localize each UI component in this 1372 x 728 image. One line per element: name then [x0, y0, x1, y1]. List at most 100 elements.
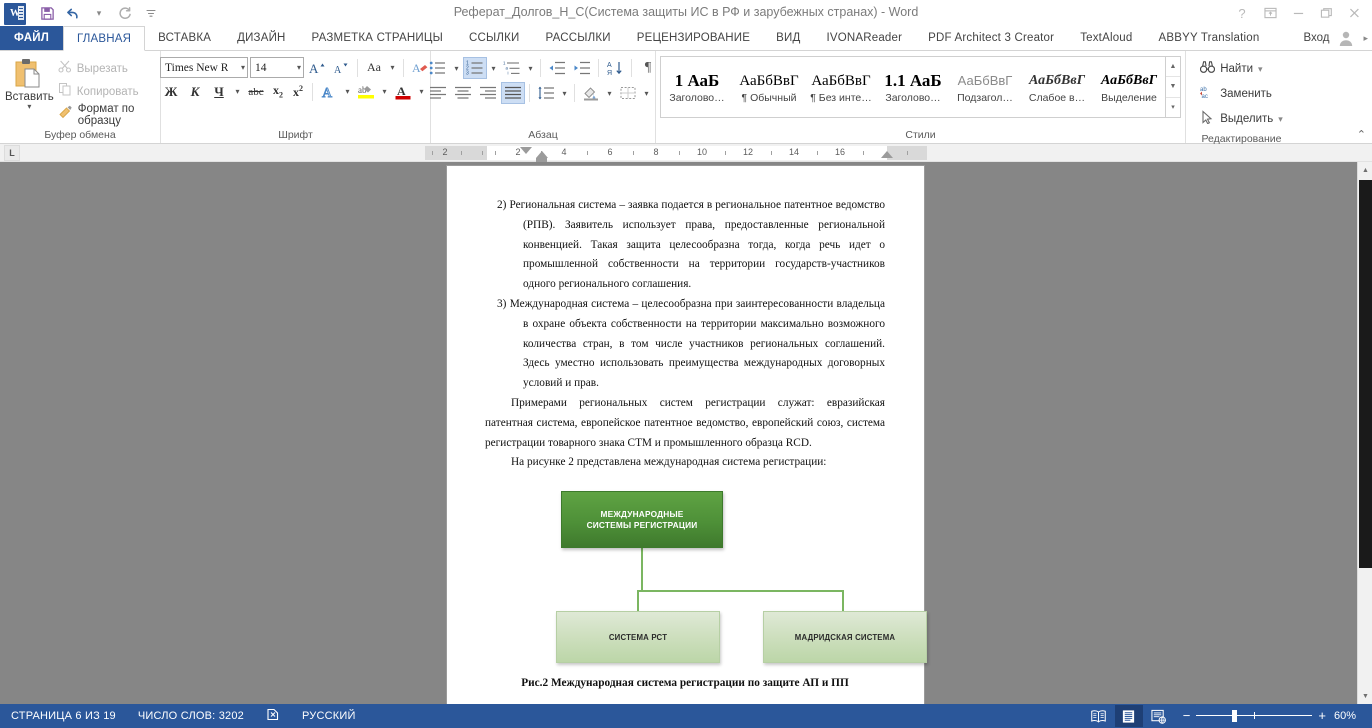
styles-scroll-down-icon[interactable]: ▼ [1166, 76, 1180, 96]
right-indent-marker[interactable] [881, 151, 893, 158]
style-no-spacing[interactable]: АаБбВвГ ¶ Без инте… [805, 57, 877, 117]
format-painter-button[interactable]: Формат по образцу [58, 103, 155, 127]
view-web-layout-button[interactable] [1145, 705, 1173, 727]
styles-more-icon[interactable]: ▾ [1166, 96, 1180, 117]
select-button[interactable]: Выделить ▾ [1200, 107, 1283, 131]
bold-button[interactable]: Ж [160, 81, 182, 102]
tab-home[interactable]: ГЛАВНАЯ [62, 26, 146, 51]
document-page[interactable]: 2) Региональная система – заявка подаетс… [447, 166, 927, 704]
align-left-button[interactable] [426, 82, 450, 104]
highlight-button[interactable]: ab [355, 81, 377, 102]
scroll-up-icon[interactable]: ▲ [1358, 162, 1372, 178]
numbering-dropdown-icon[interactable]: ▾ [488, 58, 499, 79]
tab-references[interactable]: ССЫЛКИ [456, 26, 533, 50]
diagram-node-pct[interactable]: СИСТЕМА РСТ [556, 611, 720, 664]
shading-button[interactable] [579, 82, 603, 104]
status-page-number[interactable]: СТРАНИЦА 6 ИЗ 19 [0, 710, 127, 722]
grow-font-button[interactable]: A [306, 57, 328, 78]
tab-pdf-architect[interactable]: PDF Architect 3 Creator [915, 26, 1067, 50]
styles-scroll-up-icon[interactable]: ▲ [1166, 57, 1180, 76]
scrollbar-thumb[interactable] [1359, 180, 1372, 568]
help-icon[interactable]: ? [1228, 1, 1256, 25]
underline-button[interactable]: Ч [208, 81, 230, 102]
font-name-combobox[interactable]: Times New R ▾ [160, 57, 248, 78]
ribbon-display-options-icon[interactable] [1256, 1, 1284, 25]
replace-button[interactable]: ab ac Заменить [1200, 82, 1283, 106]
tab-page-layout[interactable]: РАЗМЕТКА СТРАНИЦЫ [299, 26, 456, 50]
tab-abbyy-translation[interactable]: ABBYY Translation [1146, 26, 1273, 50]
zoom-slider[interactable] [1196, 710, 1313, 722]
zoom-control[interactable]: − + 60% [1175, 709, 1364, 722]
redo-icon[interactable] [112, 2, 138, 24]
text-effects-dropdown-icon[interactable]: ▾ [342, 81, 353, 102]
hanging-indent-marker[interactable] [536, 151, 548, 158]
multilevel-list-button[interactable]: 1ai [500, 57, 524, 79]
style-emphasis[interactable]: АаБбВвГ Выделение [1093, 57, 1165, 117]
line-spacing-dropdown-icon[interactable]: ▾ [559, 83, 570, 104]
subscript-button[interactable]: x2 [269, 81, 287, 102]
text-effects-button[interactable]: A [318, 81, 340, 102]
registration-systems-diagram[interactable]: МЕЖДУНАРОДНЫЕ СИСТЕМЫ РЕГИСТРАЦИИ СИСТЕМ… [485, 487, 927, 669]
diagram-node-madrid[interactable]: МАДРИДСКАЯ СИСТЕМА [763, 611, 927, 664]
undo-icon[interactable] [60, 2, 86, 24]
minimize-icon[interactable] [1284, 1, 1312, 25]
style-subtle-emphasis[interactable]: АаБбВвГ Слабое в… [1021, 57, 1093, 117]
vertical-scrollbar[interactable]: ▲ ▼ [1357, 162, 1372, 704]
bullets-dropdown-icon[interactable]: ▾ [451, 58, 462, 79]
style-subtitle[interactable]: АаБбВвГ Подзагол… [949, 57, 1021, 117]
account-chevron-icon[interactable]: ▸ [1363, 33, 1368, 44]
tab-view[interactable]: ВИД [763, 26, 813, 50]
find-dropdown-icon[interactable]: ▾ [1258, 64, 1263, 75]
status-word-count[interactable]: ЧИСЛО СЛОВ: 3202 [127, 710, 255, 722]
highlight-dropdown-icon[interactable]: ▾ [379, 81, 390, 102]
style-heading1[interactable]: 1 АаБ Заголово… [661, 57, 733, 117]
find-button[interactable]: Найти ▾ [1200, 57, 1283, 81]
tab-ivonareader[interactable]: IVONAReader [813, 26, 915, 50]
close-icon[interactable] [1340, 1, 1368, 25]
increase-indent-button[interactable] [570, 57, 594, 79]
multilevel-dropdown-icon[interactable]: ▾ [525, 58, 536, 79]
scroll-down-icon[interactable]: ▼ [1358, 688, 1372, 704]
line-spacing-button[interactable] [534, 82, 558, 104]
first-line-indent-marker[interactable] [520, 147, 532, 154]
sort-button[interactable]: АЯ [603, 57, 627, 79]
paste-button[interactable]: Вставить ▾ [5, 54, 54, 111]
tab-stop-selector[interactable]: L [4, 145, 20, 161]
zoom-slider-handle[interactable] [1232, 710, 1238, 722]
superscript-button[interactable]: x2 [289, 81, 307, 102]
numbering-button[interactable]: 123 [463, 57, 487, 79]
tab-textaloud[interactable]: TextAloud [1067, 26, 1145, 50]
strikethrough-button[interactable]: abc [245, 81, 267, 102]
view-read-mode-button[interactable] [1085, 705, 1113, 727]
copy-button[interactable]: Копировать [58, 81, 155, 102]
account-avatar-icon[interactable] [1335, 27, 1357, 49]
style-normal[interactable]: АаБбВвГ ¶ Обычный [733, 57, 805, 117]
collapse-ribbon-button[interactable]: ⌃ [1357, 128, 1366, 141]
align-center-button[interactable] [451, 82, 475, 104]
view-print-layout-button[interactable] [1114, 705, 1143, 727]
save-icon[interactable] [34, 2, 60, 24]
style-heading2[interactable]: 1.1 АаБ Заголово… [877, 57, 949, 117]
document-canvas[interactable]: 2) Региональная система – заявка подаетс… [0, 162, 1372, 704]
diagram-node-root[interactable]: МЕЖДУНАРОДНЫЕ СИСТЕМЫ РЕГИСТРАЦИИ [561, 491, 723, 549]
tab-review[interactable]: РЕЦЕНЗИРОВАНИЕ [624, 26, 763, 50]
tab-insert[interactable]: ВСТАВКА [145, 26, 224, 50]
document-text-body[interactable]: 2) Региональная система – заявка подаетс… [485, 196, 927, 689]
zoom-out-button[interactable]: − [1183, 709, 1191, 722]
font-color-button[interactable]: A [392, 81, 414, 102]
align-right-button[interactable] [476, 82, 500, 104]
paste-dropdown-icon[interactable]: ▾ [27, 103, 31, 111]
underline-dropdown-icon[interactable]: ▾ [232, 81, 243, 102]
italic-button[interactable]: К [184, 81, 206, 102]
font-size-combobox[interactable]: 14 ▾ [250, 57, 304, 78]
status-language[interactable]: РУССКИЙ [291, 710, 367, 722]
shrink-font-button[interactable]: A [330, 57, 352, 78]
change-case-button[interactable]: Aa [363, 57, 385, 78]
select-dropdown-icon[interactable]: ▾ [1278, 114, 1283, 125]
tab-mailings[interactable]: РАССЫЛКИ [532, 26, 623, 50]
customize-quick-access-icon[interactable] [138, 2, 164, 24]
cut-button[interactable]: Вырезать [58, 58, 155, 79]
decrease-indent-button[interactable] [545, 57, 569, 79]
proofing-errors-icon[interactable] [255, 708, 291, 724]
zoom-in-button[interactable]: + [1318, 709, 1326, 722]
